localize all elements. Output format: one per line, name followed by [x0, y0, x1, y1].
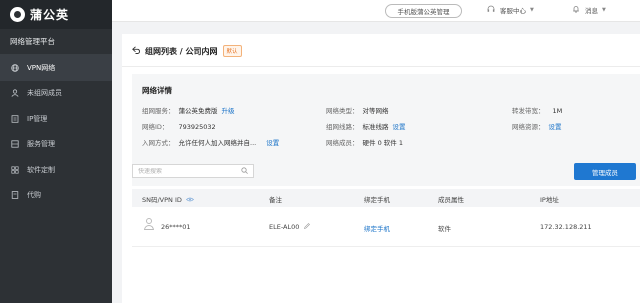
main-content: 组网列表 / 公司内网 默认 网络详情 组网服务： 蒲公英免费版 升级 网络类型：对… — [122, 34, 640, 303]
sidebar-item-label: 代购 — [27, 191, 41, 200]
document-icon — [11, 191, 19, 200]
globe-icon — [11, 64, 19, 72]
row-note-text: ELE-AL00 — [269, 223, 300, 231]
network-id-field: 网络ID： 793925032 — [142, 121, 216, 131]
bind-phone-link[interactable]: 绑定手机 — [364, 225, 390, 233]
resource-field: 网络资源： 设置 — [512, 121, 562, 131]
members-value: 硬件 0 软件 1 — [362, 139, 403, 147]
members-field: 网络成员： 硬件 0 软件 1 — [326, 137, 403, 147]
default-badge: 默认 — [222, 45, 242, 57]
sidebar-item-purchase[interactable]: 代购 — [0, 183, 112, 209]
logo-text: 蒲公英 — [30, 8, 70, 22]
top-bar: 手机版蒲公英管理 客服中心 ▼ 消息 ▼ — [112, 0, 640, 22]
header-sn: SN码/VPN ID — [142, 194, 195, 204]
members-label: 网络成员： — [326, 139, 359, 147]
chevron-down-icon: ▼ — [530, 7, 534, 13]
bandwidth-field: 转发带宽： 1M — [512, 105, 562, 115]
eye-icon[interactable] — [185, 196, 195, 204]
details-title: 网络详情 — [142, 86, 172, 95]
network-id-value: 793925032 — [178, 123, 216, 131]
header-attr: 成员属性 — [438, 196, 464, 204]
line-label: 组网线路： — [326, 123, 359, 131]
server-icon — [11, 140, 19, 148]
user-icon — [144, 218, 154, 232]
resource-label: 网络资源： — [512, 123, 545, 131]
sidebar: 蒲公英 网络管理平台 VPN网络 未组网成员 IP管理 服务管理 软件定制 代购 — [0, 0, 112, 303]
row-id: 26****01 — [161, 223, 191, 231]
back-arrow-icon[interactable] — [132, 45, 141, 57]
table-header: SN码/VPN ID 备注 绑定手机 成员属性 IP地址 — [132, 189, 640, 207]
help-center-label: 客服中心 — [500, 7, 526, 15]
edit-pencil-icon[interactable] — [304, 223, 311, 231]
row-attr: 软件 — [438, 225, 451, 233]
bandwidth-value: 1M — [552, 107, 563, 115]
manage-members-button[interactable]: 管理成员 — [574, 163, 636, 180]
breadcrumb-text: 组网列表 / 公司内网 — [145, 46, 218, 56]
network-type-value: 对等网络 — [362, 107, 389, 115]
header-phone: 绑定手机 — [364, 196, 390, 204]
line-value: 标准线路 — [362, 123, 389, 131]
bell-icon — [572, 5, 580, 15]
network-id-label: 网络ID： — [142, 123, 169, 131]
mobile-management-button[interactable]: 手机版蒲公英管理 — [385, 4, 462, 18]
service-label: 组网服务： — [142, 107, 175, 115]
sidebar-item-vpn[interactable]: VPN网络 — [0, 55, 112, 81]
line-field: 组网线路： 标准线路 设置 — [326, 121, 406, 131]
user-icon — [11, 89, 19, 98]
header-sn-label: SN码/VPN ID — [142, 196, 182, 204]
row-phone: 绑定手机 — [364, 223, 390, 233]
header-note: 备注 — [269, 196, 282, 204]
upgrade-link[interactable]: 升级 — [222, 107, 235, 115]
grid-icon — [11, 166, 19, 174]
sidebar-item-ip[interactable]: IP管理 — [0, 106, 112, 132]
sidebar-item-label: 服务管理 — [27, 140, 55, 149]
ip-icon — [11, 115, 19, 123]
join-method-field: 入网方式： 允许任何人加入网络并自... 设置 — [142, 137, 279, 147]
table-row[interactable]: 26****01 ELE-AL00 绑定手机 软件 172.32.128.211 — [132, 207, 640, 247]
sidebar-item-label: 软件定制 — [27, 165, 55, 174]
logo-icon — [10, 7, 25, 22]
divider — [122, 66, 640, 67]
line-settings-link[interactable]: 设置 — [393, 123, 406, 131]
messages-menu[interactable]: 消息 ▼ — [572, 5, 606, 15]
search-box[interactable] — [132, 164, 254, 178]
search-input[interactable] — [133, 167, 239, 175]
breadcrumb: 组网列表 / 公司内网 默认 — [132, 45, 242, 57]
network-type-field: 网络类型： 对等网络 — [326, 105, 389, 115]
row-ip: 172.32.128.211 — [540, 223, 592, 231]
sidebar-item-software[interactable]: 软件定制 — [0, 157, 112, 183]
sidebar-title: 网络管理平台 — [0, 29, 112, 55]
chevron-down-icon: ▼ — [602, 7, 606, 13]
header-ip: IP地址 — [540, 196, 559, 204]
join-method-value: 允许任何人加入网络并自... — [178, 139, 257, 147]
search-icon[interactable] — [241, 166, 248, 176]
bandwidth-label: 转发带宽： — [512, 107, 545, 115]
network-type-label: 网络类型： — [326, 107, 359, 115]
sidebar-item-unjoined-members[interactable]: 未组网成员 — [0, 81, 112, 107]
sidebar-item-label: VPN网络 — [27, 63, 56, 72]
service-field: 组网服务： 蒲公英免费版 升级 — [142, 105, 235, 115]
resource-settings-link[interactable]: 设置 — [549, 123, 562, 131]
sidebar-item-label: 未组网成员 — [27, 89, 62, 98]
logo[interactable]: 蒲公英 — [0, 0, 112, 29]
join-method-label: 入网方式： — [142, 139, 175, 147]
service-value: 蒲公英免费版 — [178, 107, 218, 115]
join-settings-link[interactable]: 设置 — [266, 139, 279, 147]
sidebar-item-service[interactable]: 服务管理 — [0, 132, 112, 158]
help-center-menu[interactable]: 客服中心 ▼ — [487, 5, 534, 15]
messages-label: 消息 — [585, 7, 598, 15]
sidebar-item-label: IP管理 — [27, 114, 48, 123]
row-note: ELE-AL00 — [269, 223, 311, 231]
headset-icon — [487, 5, 495, 15]
